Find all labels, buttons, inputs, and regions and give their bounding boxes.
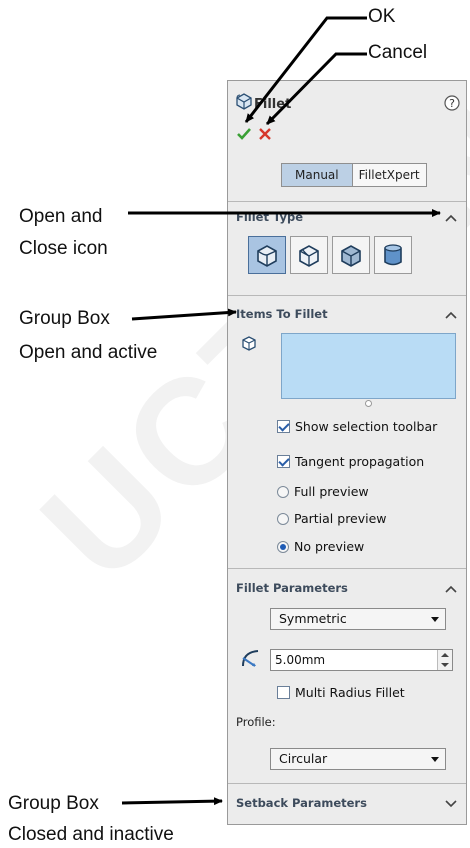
full-round-fillet-button[interactable] (374, 236, 412, 274)
multi-radius-fillet-checkbox[interactable] (277, 686, 290, 699)
callout-group-open-line2: Open and active (19, 342, 158, 363)
chevron-down-icon[interactable] (444, 798, 458, 808)
profile-value: Circular (279, 751, 328, 766)
fillet-feature-icon (236, 93, 252, 110)
group-closed-arrow (121, 797, 223, 806)
variable-size-fillet-button[interactable] (290, 236, 328, 274)
fillet-method-select[interactable]: Symmetric (270, 608, 446, 630)
full-preview-label: Full preview (294, 484, 369, 499)
radius-icon (242, 650, 259, 667)
fillet-type-title: Fillet Type (236, 210, 303, 224)
face-fillet-icon (341, 245, 361, 267)
items-selection-box[interactable] (281, 333, 456, 399)
divider (228, 783, 466, 784)
full-preview-option[interactable]: Full preview (277, 484, 369, 499)
show-selection-toolbar-checkbox[interactable] (277, 420, 290, 433)
chevron-up-icon[interactable] (444, 213, 458, 223)
constant-size-fillet-icon (257, 245, 277, 267)
panel-title: Fillet (254, 97, 292, 112)
mode-toggle: Manual FilletXpert (281, 163, 427, 187)
manual-tab[interactable]: Manual (282, 164, 353, 186)
tangent-propagation-option[interactable]: Tangent propagation (277, 454, 424, 469)
radius-value: 5.00mm (275, 653, 326, 667)
radius-spinner[interactable] (437, 650, 452, 670)
callout-group-closed-line1: Group Box (8, 793, 99, 814)
tangent-propagation-label: Tangent propagation (295, 454, 425, 469)
divider (228, 295, 466, 296)
setback-parameters-title[interactable]: Setback Parameters (236, 796, 367, 810)
items-to-fillet-title: Items To Fillet (236, 307, 328, 321)
callout-group-open-line1: Group Box (19, 308, 110, 329)
tangent-propagation-checkbox[interactable] (277, 455, 290, 468)
profile-label: Profile: (236, 715, 276, 729)
callout-ok: OK (368, 6, 396, 27)
radius-input[interactable]: 5.00mm (270, 649, 453, 671)
fillet-method-value: Symmetric (279, 611, 347, 626)
callout-open-close-line2: Close icon (19, 238, 108, 259)
divider (228, 201, 466, 202)
partial-preview-option[interactable]: Partial preview (277, 511, 387, 526)
profile-select[interactable]: Circular (270, 748, 446, 770)
fillet-property-manager: Fillet ? Manual FilletXpert Fillet Type (227, 80, 467, 825)
constant-size-fillet-button[interactable] (248, 236, 286, 274)
multi-radius-fillet-option[interactable]: Multi Radius Fillet (277, 685, 405, 700)
full-round-fillet-icon (384, 244, 402, 266)
no-preview-option[interactable]: No preview (277, 539, 364, 554)
group-open-arrow (131, 308, 237, 321)
dropdown-arrow-icon (431, 757, 439, 762)
variable-size-fillet-icon (299, 245, 319, 267)
check-icon[interactable] (236, 127, 252, 141)
multi-radius-fillet-label: Multi Radius Fillet (295, 685, 405, 700)
divider (228, 568, 466, 569)
face-fillet-button[interactable] (332, 236, 370, 274)
dropdown-arrow-icon (431, 617, 439, 622)
show-selection-toolbar-label: Show selection toolbar (295, 419, 438, 434)
no-preview-radio[interactable] (277, 540, 289, 553)
x-icon[interactable] (258, 127, 272, 141)
fillet-parameters-title: Fillet Parameters (236, 581, 348, 595)
partial-preview-radio[interactable] (277, 512, 289, 525)
callout-cancel: Cancel (368, 42, 428, 63)
filletxpert-tab[interactable]: FilletXpert (352, 164, 426, 186)
partial-preview-label: Partial preview (294, 511, 387, 526)
chevron-up-icon[interactable] (444, 310, 458, 320)
resize-handle[interactable] (365, 400, 372, 407)
callout-group-closed-line2: Closed and inactive (8, 824, 174, 845)
help-icon[interactable]: ? (444, 95, 460, 111)
edge-selection-icon (242, 336, 256, 351)
callout-open-close-line1: Open and (19, 206, 103, 227)
svg-text:?: ? (449, 97, 455, 110)
full-preview-radio[interactable] (277, 485, 289, 498)
show-selection-toolbar-option[interactable]: Show selection toolbar (277, 419, 437, 434)
chevron-up-icon[interactable] (444, 584, 458, 594)
no-preview-label: No preview (294, 539, 365, 554)
